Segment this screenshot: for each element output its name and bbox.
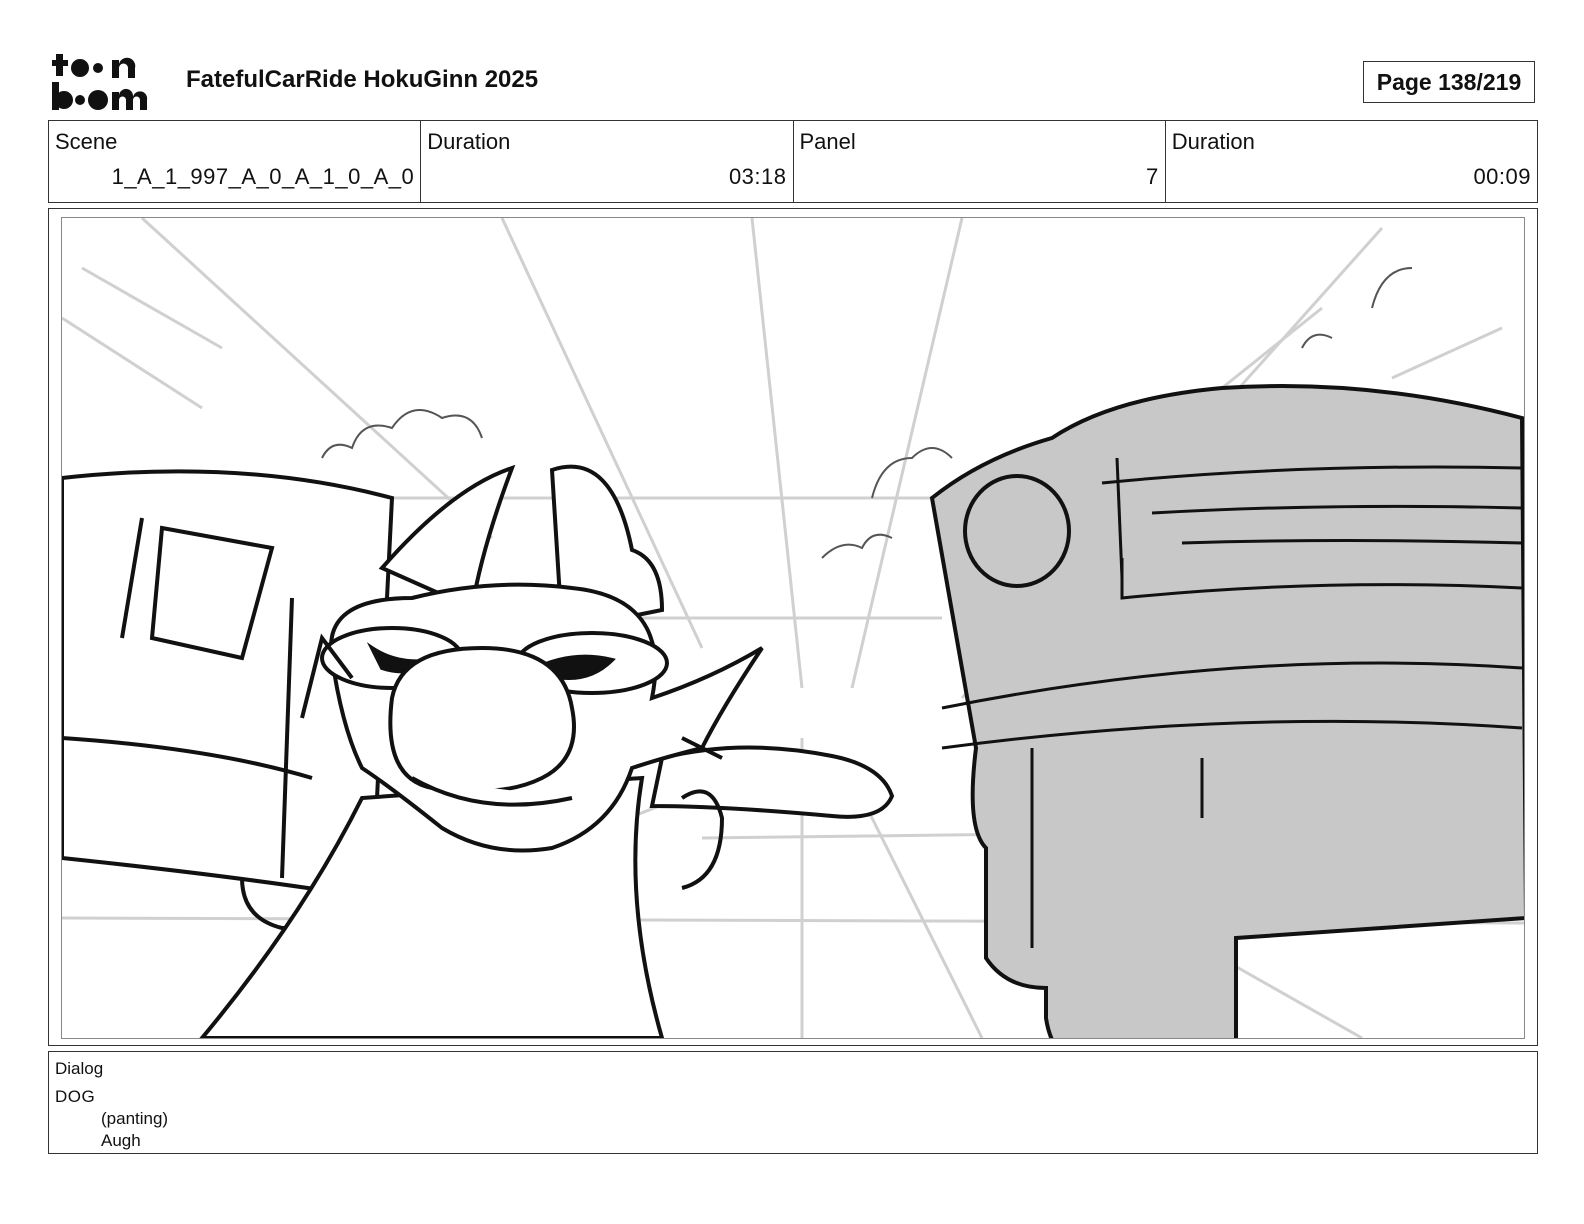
project-title: FatefulCarRide HokuGinn 2025 <box>186 66 539 93</box>
scene-duration-label: Duration <box>427 129 511 154</box>
scene-duration-cell: Duration 03:18 <box>421 121 794 202</box>
page-indicator: Page 138/219 <box>1363 61 1535 103</box>
toonboom-logo <box>50 50 166 116</box>
dialog-parenthetical: (panting) <box>101 1109 169 1128</box>
dialog-label: Dialog <box>55 1059 104 1078</box>
panel-value: 7 <box>1146 164 1159 189</box>
dialog-speaker: DOG <box>55 1087 96 1106</box>
panel-duration-value: 00:09 <box>1473 164 1531 189</box>
dialog-box: Dialog DOG (panting) Augh <box>48 1051 1538 1154</box>
dialog-line: Augh <box>101 1131 141 1150</box>
scene-value: 1_A_1_997_A_0_A_1_0_A_0 <box>111 164 415 189</box>
scene-label: Scene <box>55 129 118 154</box>
right-car-sketch <box>929 384 1524 1038</box>
panel-cell: Panel 7 <box>794 121 1166 202</box>
info-table: Scene 1_A_1_997_A_0_A_1_0_A_0 Duration 0… <box>48 120 1538 203</box>
panel-duration-cell: Duration 00:09 <box>1166 121 1537 202</box>
panel-label: Panel <box>799 129 856 154</box>
storyboard-panel <box>61 217 1525 1039</box>
panel-duration-label: Duration <box>1171 129 1255 154</box>
scene-duration-value: 03:18 <box>728 164 787 189</box>
storyboard-sketch <box>62 218 1524 1038</box>
scene-cell: Scene 1_A_1_997_A_0_A_1_0_A_0 <box>49 121 422 202</box>
